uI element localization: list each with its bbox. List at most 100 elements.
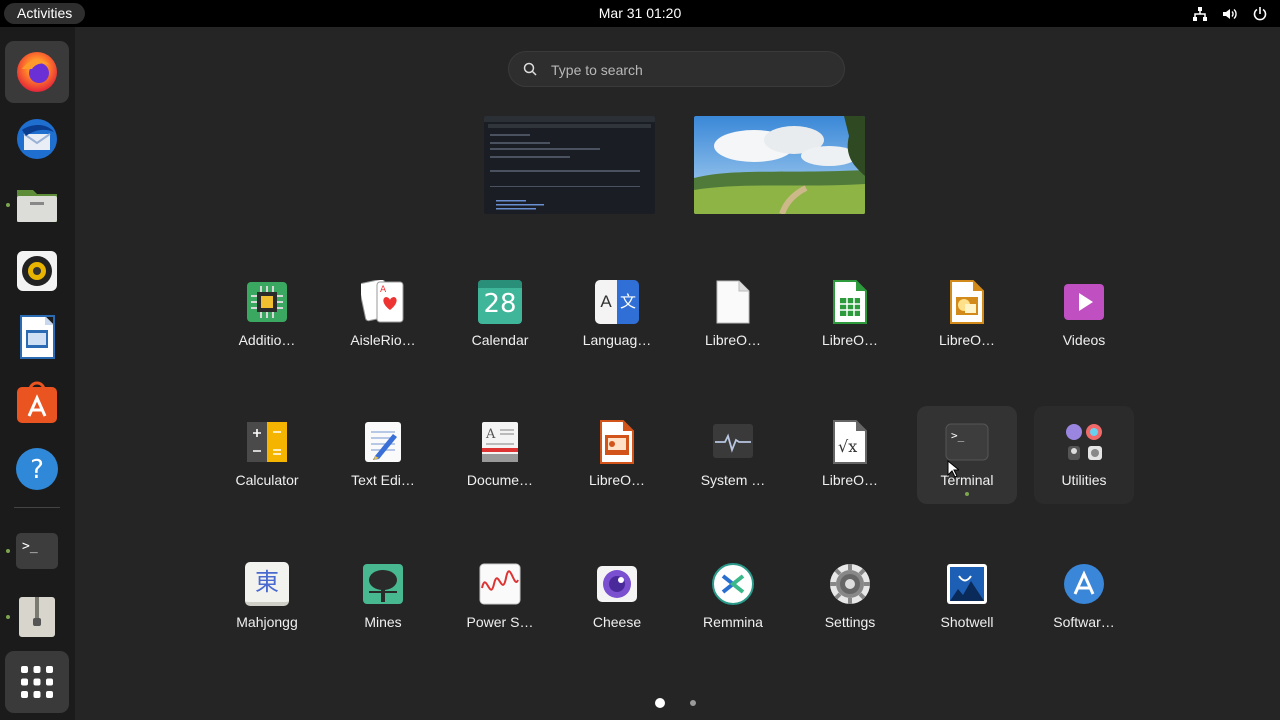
folder-utilities[interactable]: Utilities <box>1034 406 1134 504</box>
app-aisleriot[interactable]: A AisleRio… <box>333 266 433 364</box>
app-language-support[interactable]: A 文 Languag… <box>567 266 667 364</box>
dock-separator <box>14 507 60 508</box>
app-shotwell[interactable]: Shotwell <box>917 548 1017 646</box>
app-label: Calendar <box>471 332 529 348</box>
show-apps-icon <box>21 666 53 698</box>
utilities-folder-icon <box>1066 424 1102 460</box>
document-viewer-icon: A <box>482 422 518 462</box>
app-label: LibreO… <box>821 332 879 348</box>
app-label: Languag… <box>582 332 652 348</box>
clock-area: Mar 31 01:20 <box>0 0 1280 27</box>
app-label: Settings <box>824 614 876 630</box>
app-text-editor[interactable]: Text Edi… <box>333 406 433 504</box>
app-calculator[interactable]: Calculator <box>217 406 317 504</box>
dock-files[interactable] <box>5 174 69 236</box>
app-label: Calculator <box>235 472 299 488</box>
help-icon: ? <box>16 448 58 490</box>
show-apps-button[interactable] <box>5 651 69 713</box>
power-stats-icon <box>479 563 521 605</box>
app-libreoffice-math[interactable]: √x LibreO… <box>800 406 900 504</box>
dock-firefox[interactable] <box>5 41 69 103</box>
calc-icon <box>833 280 867 324</box>
app-document-viewer[interactable]: A Docume… <box>450 406 550 504</box>
app-calendar[interactable]: 28 Calendar <box>450 266 550 364</box>
svg-text:A: A <box>380 285 387 295</box>
app-label: Softwar… <box>1053 614 1115 630</box>
language-icon: A 文 <box>595 280 639 324</box>
app-label: System … <box>700 472 766 488</box>
dock-archive[interactable] <box>5 586 69 648</box>
rhythmbox-icon <box>17 251 57 291</box>
power-icon[interactable] <box>1252 6 1268 22</box>
terminal-icon: >_ <box>16 533 58 569</box>
app-label: Cheese <box>592 614 642 630</box>
mahjongg-icon: 東 <box>245 562 289 606</box>
search-input[interactable] <box>549 52 833 88</box>
dock-help[interactable]: ? <box>5 438 69 500</box>
svg-text:A: A <box>485 427 496 442</box>
wallpaper-preview <box>694 116 865 214</box>
math-icon: √x <box>833 420 867 464</box>
app-label: Power S… <box>466 614 534 630</box>
mouse-cursor-icon <box>947 460 959 478</box>
app-terminal[interactable]: >_ Terminal <box>917 406 1017 504</box>
mahjongg-glyph: 東 <box>255 568 279 596</box>
app-label: Shotwell <box>940 614 994 630</box>
chip-icon <box>247 282 287 322</box>
volume-icon[interactable] <box>1222 6 1238 22</box>
search-bar[interactable] <box>508 51 845 88</box>
app-system-monitor[interactable]: System … <box>683 406 783 504</box>
dock-terminal[interactable]: >_ <box>5 520 69 582</box>
dock-writer[interactable] <box>5 306 69 368</box>
dock-app-center[interactable] <box>5 372 69 434</box>
archive-icon <box>19 597 55 637</box>
libreoffice-icon <box>716 280 750 324</box>
page-indicator-2[interactable] <box>690 700 696 706</box>
svg-text:√x: √x <box>838 437 857 456</box>
app-label: Mines <box>364 614 402 630</box>
svg-text:>_: >_ <box>22 539 38 554</box>
app-label: Mahjongg <box>236 614 298 630</box>
clock[interactable]: Mar 31 01:20 <box>599 5 682 21</box>
browser-window-preview <box>484 116 655 210</box>
language-letter-a: A <box>595 280 617 324</box>
shotwell-icon <box>947 564 987 604</box>
network-icon[interactable] <box>1192 6 1208 22</box>
files-icon <box>17 190 57 222</box>
workspace-thumbnail-1[interactable] <box>484 116 655 214</box>
app-software[interactable]: Softwar… <box>1034 548 1134 646</box>
app-additional-drivers[interactable]: Additio… <box>217 266 317 364</box>
app-power-statistics[interactable]: Power S… <box>450 548 550 646</box>
app-mahjongg[interactable]: 東 Mahjongg <box>217 548 317 646</box>
app-libreoffice[interactable]: LibreO… <box>683 266 783 364</box>
dock-thunderbird[interactable] <box>5 108 69 170</box>
app-libreoffice-draw[interactable]: LibreO… <box>917 266 1017 364</box>
page-indicator-1[interactable] <box>655 698 665 708</box>
app-center-icon <box>17 381 57 423</box>
calendar-day: 28 <box>483 289 517 319</box>
search-icon <box>523 62 537 76</box>
running-indicator <box>965 492 969 496</box>
app-libreoffice-impress[interactable]: LibreO… <box>567 406 667 504</box>
software-icon <box>1064 564 1104 604</box>
thunderbird-icon <box>17 119 57 159</box>
system-tray[interactable] <box>1192 4 1268 23</box>
app-settings[interactable]: Settings <box>800 548 900 646</box>
app-remmina[interactable]: Remmina <box>683 548 783 646</box>
app-cheese[interactable]: Cheese <box>567 548 667 646</box>
app-label: Remmina <box>703 614 763 630</box>
app-videos[interactable]: Videos <box>1034 266 1134 364</box>
dock-rhythmbox[interactable] <box>5 240 69 302</box>
calendar-icon: 28 <box>478 280 522 324</box>
app-label: LibreO… <box>938 332 996 348</box>
app-mines[interactable]: Mines <box>333 548 433 646</box>
text-editor-icon <box>365 422 401 462</box>
app-label: Text Edi… <box>351 472 415 488</box>
workspace-thumbnail-2[interactable] <box>694 116 865 214</box>
app-libreoffice-calc[interactable]: LibreO… <box>800 266 900 364</box>
app-label: LibreO… <box>704 332 762 348</box>
writer-icon <box>20 315 55 359</box>
remmina-icon <box>712 563 754 605</box>
app-label: Videos <box>1062 332 1106 348</box>
activities-button[interactable]: Activities <box>4 3 86 24</box>
